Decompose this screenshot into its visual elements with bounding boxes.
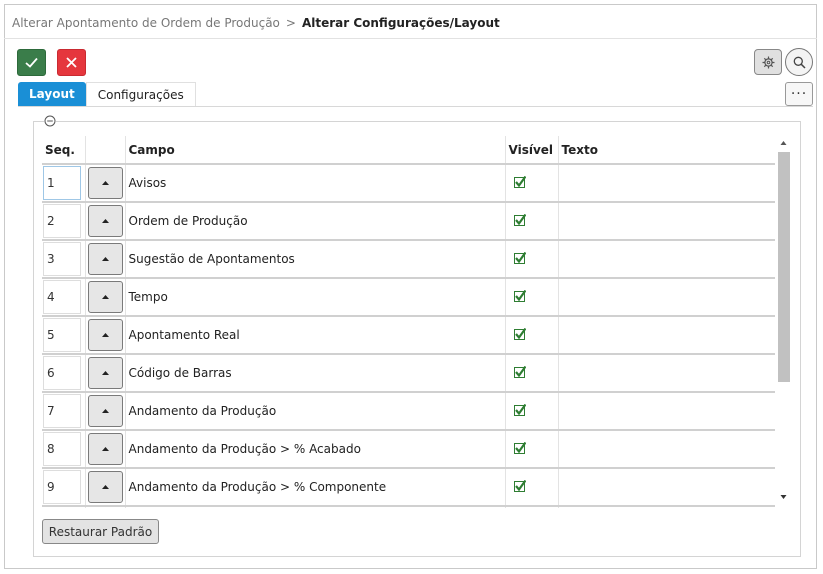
table-row: 3 Sugestão de Apontamentos — [42, 240, 775, 279]
caret-up-icon — [101, 371, 109, 375]
seq-input[interactable]: 1 — [43, 166, 81, 200]
visible-checkbox[interactable] — [513, 327, 526, 340]
tabs-divider — [18, 106, 813, 107]
breadcrumb-current: Alterar Configurações/Layout — [301, 16, 500, 30]
caret-up-icon — [101, 447, 109, 451]
texto-cell[interactable] — [558, 354, 775, 393]
campo-cell — [125, 506, 506, 508]
visible-checkbox[interactable] — [513, 479, 526, 492]
move-up-button[interactable] — [87, 471, 123, 503]
visible-checkbox[interactable] — [513, 365, 526, 378]
breadcrumb: Alterar Apontamento de Ordem de Produção… — [12, 16, 500, 30]
texto-cell[interactable] — [558, 506, 775, 508]
more-icon: ··· — [790, 86, 808, 102]
header-divider — [4, 38, 817, 39]
move-up-button[interactable] — [87, 433, 123, 465]
caret-up-icon — [101, 295, 109, 299]
table-body: 1 Avisos 2 Ordem de Produção 3 Sugestão … — [42, 164, 775, 508]
column-header-texto: Texto — [558, 136, 775, 165]
tab-configuracoes[interactable]: Configurações — [85, 82, 196, 106]
texto-cell[interactable] — [558, 468, 775, 507]
caret-up-icon — [101, 257, 109, 261]
close-icon — [66, 57, 77, 68]
scroll-down-arrow-icon[interactable] — [776, 492, 791, 502]
seq-input[interactable]: 8 — [43, 432, 81, 466]
search-button[interactable] — [785, 48, 813, 76]
visible-checkbox[interactable] — [513, 251, 526, 264]
more-options-button[interactable]: ··· — [785, 82, 813, 106]
tab-bar: Layout Configurações — [18, 82, 196, 106]
table-row: 5 Apontamento Real — [42, 316, 775, 355]
texto-cell[interactable] — [558, 316, 775, 355]
search-icon — [793, 56, 806, 69]
breadcrumb-parent[interactable]: Alterar Apontamento de Ordem de Produção — [12, 16, 280, 30]
table-row: 1 Avisos — [42, 164, 775, 203]
visible-checkbox[interactable] — [513, 441, 526, 454]
settings-button[interactable] — [754, 49, 782, 75]
seq-input[interactable]: 9 — [43, 470, 81, 504]
texto-cell[interactable] — [558, 278, 775, 317]
caret-up-icon — [101, 219, 109, 223]
check-icon — [25, 57, 38, 68]
caret-up-icon — [101, 181, 109, 185]
cancel-button[interactable] — [57, 49, 86, 76]
move-up-button[interactable] — [87, 395, 123, 427]
layout-grid: Seq. Campo Visível Texto 1 Avisos 2 Orde… — [42, 136, 775, 508]
move-up-button[interactable] — [87, 281, 123, 313]
visible-checkbox[interactable] — [513, 289, 526, 302]
texto-cell[interactable] — [558, 164, 775, 203]
column-header-seq: Seq. — [42, 136, 86, 165]
column-header-move — [85, 136, 126, 165]
table-row: 6 Código de Barras — [42, 354, 775, 393]
seq-input[interactable]: 6 — [43, 356, 81, 390]
scroll-up-arrow-icon[interactable] — [776, 138, 791, 148]
breadcrumb-separator: > — [285, 16, 296, 30]
seq-input[interactable]: 2 — [43, 204, 81, 238]
seq-input[interactable]: 5 — [43, 318, 81, 352]
move-up-button[interactable] — [87, 167, 123, 199]
table-row: 7 Andamento da Produção — [42, 392, 775, 431]
campo-cell: Avisos — [125, 164, 506, 203]
table-row: 4 Tempo — [42, 278, 775, 317]
column-header-campo: Campo — [125, 136, 506, 165]
table-row — [42, 506, 775, 508]
confirm-button[interactable] — [17, 49, 46, 76]
move-up-button[interactable] — [87, 357, 123, 389]
visible-checkbox[interactable] — [513, 175, 526, 188]
campo-cell: Sugestão de Apontamentos — [125, 240, 506, 279]
caret-up-icon — [101, 409, 109, 413]
campo-cell: Andamento da Produção — [125, 392, 506, 431]
move-up-button[interactable] — [87, 205, 123, 237]
campo-cell: Ordem de Produção — [125, 202, 506, 241]
table-row: 8 Andamento da Produção > % Acabado — [42, 430, 775, 469]
seq-input[interactable]: 7 — [43, 394, 81, 428]
texto-cell[interactable] — [558, 430, 775, 469]
campo-cell: Apontamento Real — [125, 316, 506, 355]
caret-up-icon — [101, 333, 109, 337]
move-up-button[interactable] — [87, 243, 123, 275]
tab-layout[interactable]: Layout — [18, 82, 86, 106]
table-row: 9 Andamento da Produção > % Componente — [42, 468, 775, 507]
column-header-visivel: Visível — [505, 136, 559, 165]
visible-checkbox[interactable] — [513, 213, 526, 226]
restore-default-button[interactable]: Restaurar Padrão — [42, 519, 159, 544]
texto-cell[interactable] — [558, 240, 775, 279]
collapse-icon[interactable] — [44, 115, 56, 127]
seq-input[interactable]: 4 — [43, 280, 81, 314]
campo-cell: Andamento da Produção > % Acabado — [125, 430, 506, 469]
table-row: 2 Ordem de Produção — [42, 202, 775, 241]
gear-icon — [762, 56, 774, 68]
texto-cell[interactable] — [558, 202, 775, 241]
texto-cell[interactable] — [558, 392, 775, 431]
seq-input[interactable]: 3 — [43, 242, 81, 276]
move-up-button[interactable] — [87, 319, 123, 351]
campo-cell: Andamento da Produção > % Componente — [125, 468, 506, 507]
campo-cell: Código de Barras — [125, 354, 506, 393]
campo-cell: Tempo — [125, 278, 506, 317]
caret-up-icon — [101, 485, 109, 489]
scrollbar-thumb[interactable] — [778, 152, 790, 382]
visible-checkbox[interactable] — [513, 403, 526, 416]
vertical-scrollbar[interactable] — [776, 136, 791, 508]
